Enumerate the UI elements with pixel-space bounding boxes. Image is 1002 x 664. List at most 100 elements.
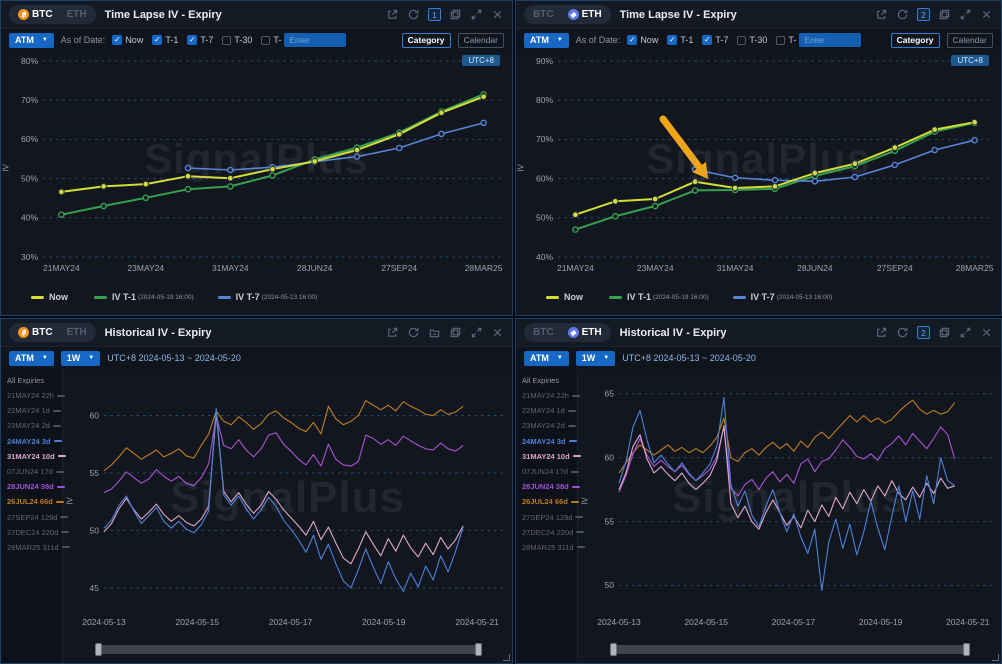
expiry-item[interactable]: 23MAY24 2d bbox=[522, 418, 577, 433]
external-link-icon[interactable] bbox=[875, 326, 888, 339]
folder-icon[interactable] bbox=[428, 326, 441, 339]
expand-icon[interactable] bbox=[470, 8, 483, 21]
calendar-button[interactable]: Calendar bbox=[947, 33, 994, 48]
window-number-badge[interactable]: 1 bbox=[428, 8, 441, 21]
checkbox-t-30[interactable]: T-30 bbox=[222, 35, 252, 45]
expand-icon[interactable] bbox=[470, 326, 483, 339]
checkbox-t-30[interactable]: T-30 bbox=[737, 35, 767, 45]
legend-item[interactable]: Now bbox=[31, 292, 70, 302]
checkbox-now[interactable]: ✓Now bbox=[627, 35, 658, 45]
expiry-item[interactable]: 07JUN24 17d bbox=[522, 464, 577, 479]
duplicate-icon[interactable] bbox=[938, 8, 951, 21]
time-range-scrollbar[interactable] bbox=[96, 645, 481, 654]
tab-btc[interactable]: BTC bbox=[526, 327, 561, 338]
expiry-item[interactable]: 24MAY24 3d bbox=[7, 434, 62, 449]
expiry-item[interactable]: 24MAY24 3d bbox=[522, 434, 577, 449]
refresh-icon[interactable] bbox=[896, 326, 909, 339]
atm-dropdown[interactable]: ATM▼ bbox=[9, 33, 54, 48]
scrollbar-left-handle[interactable] bbox=[95, 643, 102, 656]
close-icon[interactable] bbox=[980, 8, 993, 21]
period-dropdown[interactable]: 1W▼ bbox=[61, 351, 100, 366]
close-icon[interactable] bbox=[491, 326, 504, 339]
legend-item[interactable]: IV T-1(2024-05-19 16:00) bbox=[609, 292, 709, 302]
checkbox-t-1[interactable]: ✓T-1 bbox=[667, 35, 693, 45]
checkbox-t-[interactable]: T- bbox=[776, 35, 796, 45]
expiry-item[interactable]: 21MAY24 22h bbox=[522, 388, 577, 403]
expiry-item[interactable]: 22MAY24 1d bbox=[522, 403, 577, 418]
atm-dropdown[interactable]: ATM▼ bbox=[9, 351, 54, 366]
tab-btc[interactable]: BTC bbox=[526, 9, 561, 20]
duplicate-icon[interactable] bbox=[449, 8, 462, 21]
historical-iv-chart[interactable]: 455055602024-05-132024-05-152024-05-1720… bbox=[63, 369, 511, 641]
time-lapse-chart[interactable]: 30%40%50%60%70%80%21MAY2423MAY2431MAY242… bbox=[1, 51, 512, 285]
tab-eth[interactable]: ETH bbox=[60, 327, 94, 338]
legend-item[interactable]: IV T-1(2024-05-19 16:00) bbox=[94, 292, 194, 302]
category-button[interactable]: Category bbox=[891, 33, 940, 48]
external-link-icon[interactable] bbox=[386, 326, 399, 339]
tab-eth[interactable]: ETH bbox=[60, 9, 94, 20]
window-number-badge[interactable]: 2 bbox=[917, 326, 930, 339]
external-link-icon[interactable] bbox=[386, 8, 399, 21]
atm-dropdown[interactable]: ATM▼ bbox=[524, 33, 569, 48]
calendar-button[interactable]: Calendar bbox=[458, 33, 505, 48]
panel-body: All Expiries 21MAY24 22h22MAY24 1d23MAY2… bbox=[1, 369, 512, 663]
refresh-icon[interactable] bbox=[407, 8, 420, 21]
expiry-item[interactable]: 28JUN24 38d bbox=[522, 479, 577, 494]
expiry-item[interactable]: 27SEP24 129d bbox=[522, 510, 577, 525]
t-custom-input[interactable]: Enter bbox=[799, 33, 861, 47]
duplicate-icon[interactable] bbox=[938, 326, 951, 339]
checkbox-now[interactable]: ✓Now bbox=[112, 35, 143, 45]
expiry-item[interactable]: 23MAY24 2d bbox=[7, 418, 62, 433]
legend-item[interactable]: IV T-7(2024-05-13 16:00) bbox=[218, 292, 318, 302]
refresh-icon[interactable] bbox=[407, 326, 420, 339]
scrollbar-right-handle[interactable] bbox=[475, 643, 482, 656]
tab-btc[interactable]: ฿BTC bbox=[11, 9, 60, 20]
time-lapse-chart[interactable]: 40%50%60%70%80%90%21MAY2423MAY2431MAY242… bbox=[516, 51, 1001, 285]
scrollbar-right-handle[interactable] bbox=[963, 643, 970, 656]
close-icon[interactable] bbox=[980, 326, 993, 339]
expiry-item[interactable]: 26JUL24 66d bbox=[522, 494, 577, 509]
expiry-item[interactable]: 31MAY24 10d bbox=[522, 449, 577, 464]
checkbox-t-7[interactable]: ✓T-7 bbox=[187, 35, 213, 45]
external-link-icon[interactable] bbox=[875, 8, 888, 21]
tab-eth[interactable]: ◆ETH bbox=[561, 9, 609, 20]
expiry-item[interactable]: 28JUN24 38d bbox=[7, 479, 62, 494]
resize-handle[interactable] bbox=[992, 654, 999, 661]
svg-text:80%: 80% bbox=[536, 95, 553, 105]
scrollbar-left-handle[interactable] bbox=[610, 643, 617, 656]
window-number-badge[interactable]: 2 bbox=[917, 8, 930, 21]
legend-item[interactable]: IV T-7(2024-05-13 16:00) bbox=[733, 292, 833, 302]
expiry-item[interactable]: 27SEP24 129d bbox=[7, 510, 62, 525]
historical-iv-chart[interactable]: 505560652024-05-132024-05-152024-05-1720… bbox=[578, 369, 1000, 641]
resize-handle[interactable] bbox=[503, 654, 510, 661]
refresh-icon[interactable] bbox=[896, 8, 909, 21]
duplicate-icon[interactable] bbox=[449, 326, 462, 339]
chart-area: IV UTC+8 SignalPlus 30%40%50%60%70%80%21… bbox=[1, 51, 512, 285]
panel-title: Historical IV - Expiry bbox=[105, 327, 212, 339]
checkbox-t-[interactable]: T- bbox=[261, 35, 281, 45]
checkbox-t-1[interactable]: ✓T-1 bbox=[152, 35, 178, 45]
atm-dropdown[interactable]: ATM▼ bbox=[524, 351, 569, 366]
legend-name: Now bbox=[49, 292, 68, 302]
expiry-item[interactable]: 28MAR25 311d bbox=[7, 540, 62, 555]
legend-item[interactable]: Now bbox=[546, 292, 585, 302]
category-button[interactable]: Category bbox=[402, 33, 451, 48]
tab-btc[interactable]: ฿BTC bbox=[11, 327, 60, 338]
expiry-item[interactable]: 27DEC24 220d bbox=[522, 525, 577, 540]
expand-icon[interactable] bbox=[959, 8, 972, 21]
expiry-item[interactable]: 22MAY24 1d bbox=[7, 403, 62, 418]
expiry-item[interactable]: 26JUL24 66d bbox=[7, 494, 62, 509]
expiry-item[interactable]: 07JUN24 17d bbox=[7, 464, 62, 479]
expiry-item[interactable]: 28MAR25 311d bbox=[522, 540, 577, 555]
expand-icon[interactable] bbox=[959, 326, 972, 339]
expiry-label: 22MAY24 1d bbox=[522, 406, 565, 415]
t-custom-input[interactable]: Enter bbox=[284, 33, 346, 47]
tab-eth[interactable]: ◆ETH bbox=[561, 327, 609, 338]
time-range-scrollbar[interactable] bbox=[611, 645, 969, 654]
close-icon[interactable] bbox=[491, 8, 504, 21]
expiry-item[interactable]: 27DEC24 220d bbox=[7, 525, 62, 540]
expiry-item[interactable]: 21MAY24 22h bbox=[7, 388, 62, 403]
period-dropdown[interactable]: 1W▼ bbox=[576, 351, 615, 366]
checkbox-t-7[interactable]: ✓T-7 bbox=[702, 35, 728, 45]
expiry-item[interactable]: 31MAY24 10d bbox=[7, 449, 62, 464]
